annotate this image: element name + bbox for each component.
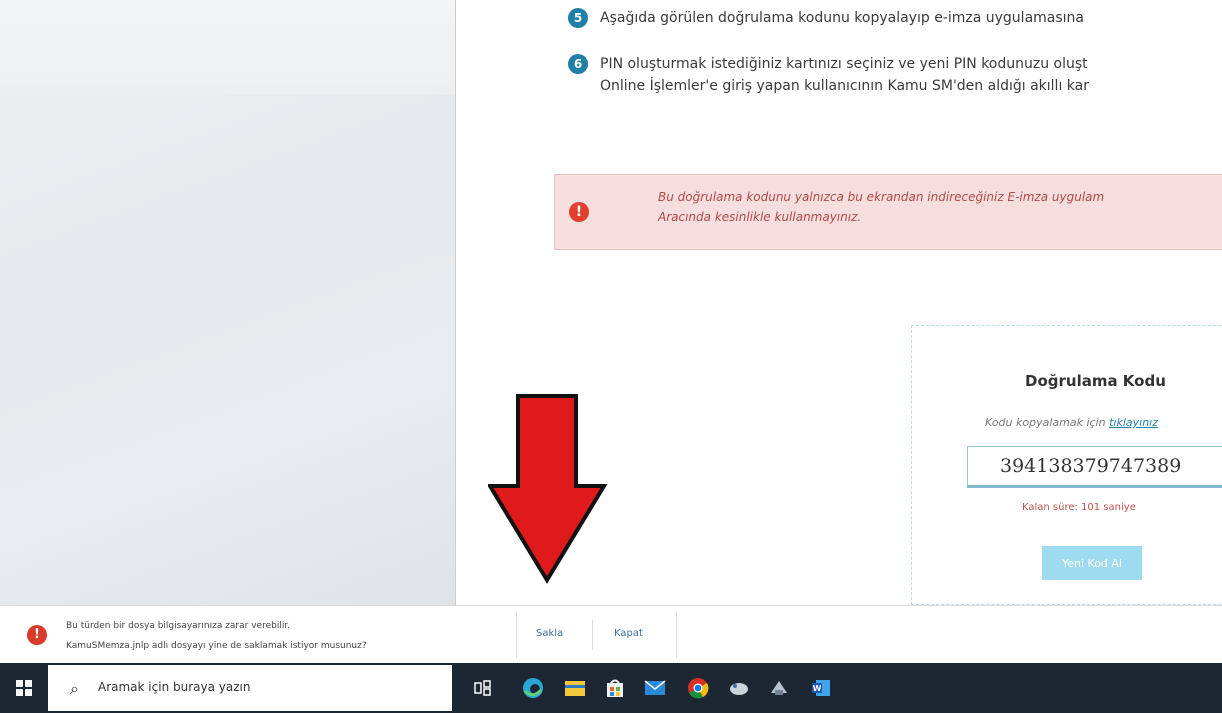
alert-text: Bu doğrulama kodunu yalnızca bu ekrandan… (658, 187, 1222, 227)
download-warning-line-2: KamuSMemza.jnlp adlı dosyayı yine de sak… (66, 641, 367, 651)
download-warning-text: Bu türden bir dosya bilgisayarınıza zara… (66, 616, 367, 656)
app-icon-2[interactable] (764, 673, 794, 703)
danger-icon: ! (27, 625, 47, 645)
taskbar: ⌕ Aramak için buraya yazın W (0, 663, 1222, 713)
download-warning-bar: ! Bu türden bir dosya bilgisayarınıza za… (0, 605, 1222, 664)
verification-code-panel: Doğrulama Kodu Kodu kopyalamak için tıkl… (911, 325, 1222, 605)
step-5: 5 Aşağıda görülen doğrulama kodunu kopya… (568, 7, 1084, 29)
alert-line-1: Bu doğrulama kodunu yalnızca bu ekrandan… (658, 190, 1105, 204)
divider (592, 620, 593, 650)
svg-text:W: W (813, 684, 822, 693)
left-panel-band (0, 0, 455, 95)
task-view-icon[interactable] (468, 673, 498, 703)
step-number: 5 (568, 8, 588, 28)
step-text: PIN oluşturmak istediğiniz kartınızı seç… (600, 56, 1088, 72)
file-explorer-icon[interactable] (560, 673, 590, 703)
verification-code-field[interactable]: 394138379747389 (967, 446, 1222, 488)
verification-title: Doğrulama Kodu (1025, 372, 1166, 390)
edge-icon[interactable] (518, 673, 548, 703)
step-text-2: Online İşlemler'e giriş yapan kullanıcın… (600, 78, 1089, 94)
discard-button[interactable]: Kapat (614, 628, 643, 639)
copy-link[interactable]: tıklayınız (1109, 416, 1158, 429)
mail-icon[interactable] (640, 673, 670, 703)
word-icon[interactable]: W (806, 673, 836, 703)
countdown-timer: Kalan süre: 101 saniye (1022, 502, 1136, 513)
search-icon: ⌕ (70, 679, 79, 698)
store-icon[interactable] (600, 673, 630, 703)
alert-line-2: Aracında kesinlikle kullanmayınız. (658, 210, 862, 224)
warning-alert: ! Bu doğrulama kodunu yalnızca bu ekrand… (554, 174, 1222, 250)
red-down-arrow-icon (488, 394, 608, 584)
divider (676, 612, 677, 658)
download-warning-line-1: Bu türden bir dosya bilgisayarınıza zara… (66, 621, 291, 631)
chrome-icon[interactable] (683, 673, 713, 703)
search-placeholder: Aramak için buraya yazın (98, 680, 251, 694)
step-number: 6 (568, 54, 588, 74)
copy-hint: Kodu kopyalamak için tıklayınız (985, 416, 1158, 429)
warning-icon: ! (569, 202, 589, 222)
app-icon[interactable] (724, 673, 754, 703)
keep-button[interactable]: Sakla (536, 628, 563, 639)
copy-hint-text: Kodu kopyalamak için (985, 416, 1106, 429)
taskbar-search[interactable]: ⌕ Aramak için buraya yazın (48, 665, 452, 711)
divider (516, 612, 517, 658)
windows-icon (16, 680, 32, 696)
step-text: Aşağıda görülen doğrulama kodunu kopyala… (600, 10, 1084, 26)
start-button[interactable] (0, 663, 48, 713)
new-code-button[interactable]: Yeni Kod Al (1042, 546, 1142, 580)
step-6: 6 PIN oluşturmak istediğiniz kartınızı s… (568, 53, 1089, 97)
left-panel (0, 0, 456, 605)
